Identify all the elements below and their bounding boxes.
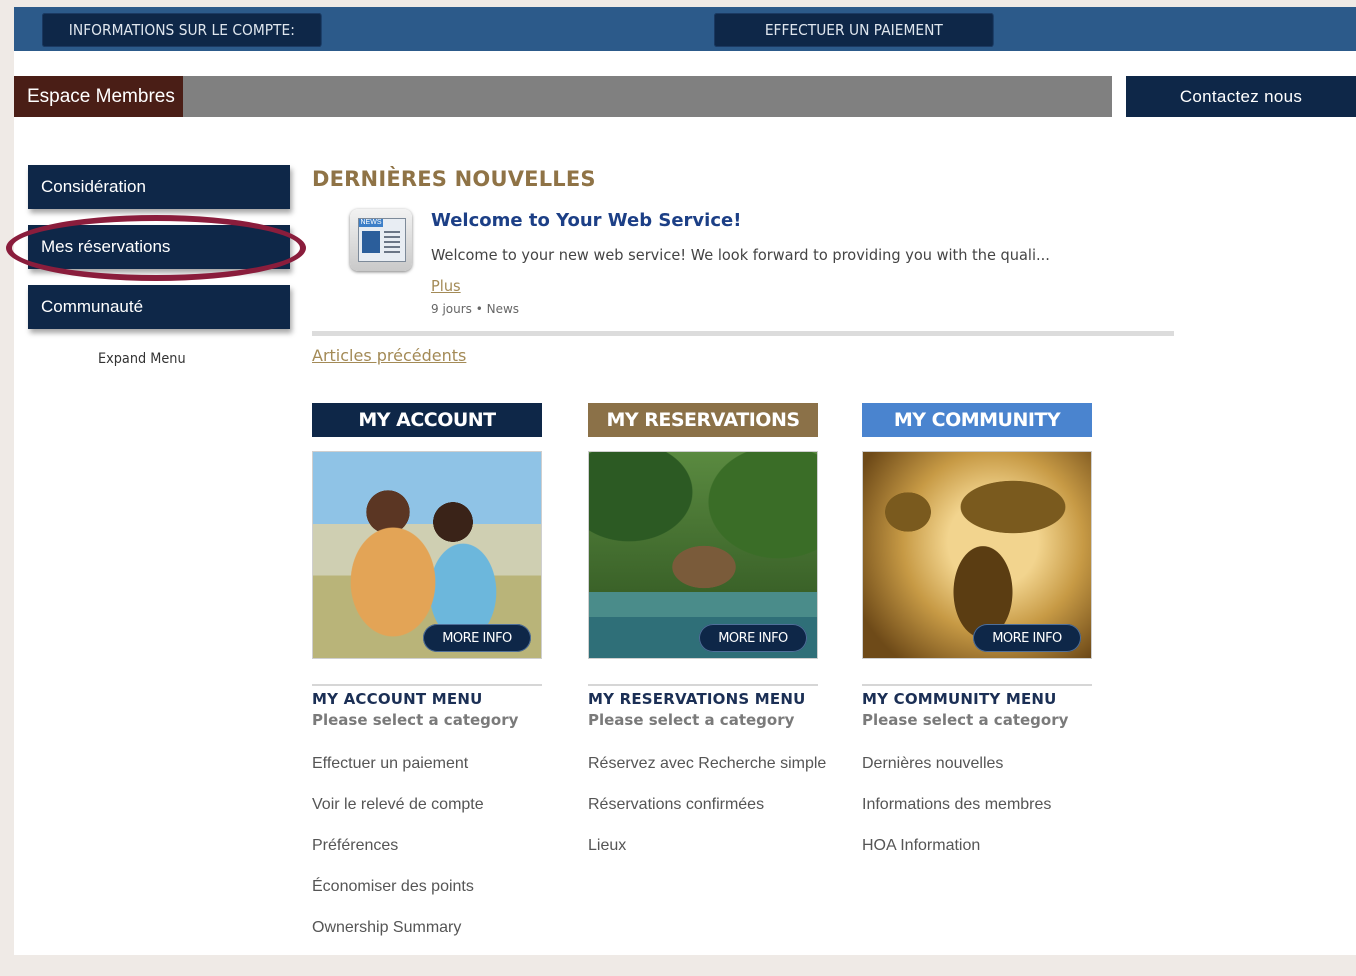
read-more-link[interactable]: Plus <box>431 277 461 295</box>
article-excerpt-text: Welcome to your new web service! We look… <box>431 246 1050 264</box>
more-info-button[interactable]: MORE INFO <box>423 624 531 652</box>
article-headline-link[interactable]: Welcome to Your Web Service! <box>431 210 741 231</box>
card-my-reservations: MY RESERVATIONS MORE INFO MY RESERVATION… <box>588 403 826 894</box>
contact-us-button[interactable]: Contactez nous <box>1126 76 1356 117</box>
card-divider <box>588 684 818 686</box>
previous-articles-link[interactable]: Articles précédents <box>312 346 466 365</box>
sidebar-item-reservations[interactable]: Mes réservations <box>28 225 290 269</box>
menu-title: MY COMMUNITY MENU <box>862 690 1057 708</box>
news-icon-tag: NEWS <box>359 219 383 227</box>
menu-link-statement[interactable]: Voir le relevé de compte <box>312 796 542 837</box>
make-payment-button[interactable]: EFFECTUER UN PAIEMENT <box>714 13 994 47</box>
menu-link-save-points[interactable]: Économiser des points <box>312 878 542 919</box>
menu-title: MY ACCOUNT MENU <box>312 690 483 708</box>
card-divider <box>312 684 542 686</box>
card-divider <box>862 684 1092 686</box>
menu-link-make-payment[interactable]: Effectuer un paiement <box>312 755 542 796</box>
menu-list: Réservez avec Recherche simple Réservati… <box>588 755 826 878</box>
news-divider <box>312 331 1174 336</box>
card-my-account: MY ACCOUNT MORE INFO MY ACCOUNT MENU Ple… <box>312 403 542 976</box>
menu-subtitle: Please select a category <box>312 711 519 729</box>
member-area-label: Espace Membres <box>14 76 183 117</box>
menu-subtitle: Please select a category <box>588 711 795 729</box>
sidebar-item-consideration[interactable]: Considération <box>28 165 290 209</box>
more-info-button[interactable]: MORE INFO <box>973 624 1081 652</box>
card-title[interactable]: MY RESERVATIONS <box>588 403 818 437</box>
expand-menu-link[interactable]: Expand Menu <box>98 351 186 367</box>
card-title[interactable]: MY COMMUNITY <box>862 403 1092 437</box>
menu-link-ownership-summary[interactable]: Ownership Summary <box>312 919 542 960</box>
more-info-button[interactable]: MORE INFO <box>699 624 807 652</box>
card-title[interactable]: MY ACCOUNT <box>312 403 542 437</box>
globe-photo[interactable]: MORE INFO <box>862 451 1092 659</box>
menu-link-member-info[interactable]: Informations des membres <box>862 796 1092 837</box>
menu-list: Dernières nouvelles Informations des mem… <box>862 755 1092 878</box>
sidebar-item-community[interactable]: Communauté <box>28 285 290 329</box>
top-nav-bar: INFORMATIONS SUR LE COMPTE: EFFECTUER UN… <box>14 7 1356 51</box>
card-my-community: MY COMMUNITY MORE INFO MY COMMUNITY MENU… <box>862 403 1092 894</box>
menu-link-confirmed-reservations[interactable]: Réservations confirmées <box>588 796 818 837</box>
menu-list: Effectuer un paiement Voir le relevé de … <box>312 755 542 960</box>
newspaper-icon: NEWS <box>350 209 412 271</box>
article-excerpt: Welcome to your new web service! We look… <box>431 240 1062 302</box>
article-meta: 9 jours • News <box>431 302 520 316</box>
menu-link-simple-search[interactable]: Réservez avec Recherche simple <box>588 755 826 796</box>
menu-link-locations[interactable]: Lieux <box>588 837 818 878</box>
page: INFORMATIONS SUR LE COMPTE: EFFECTUER UN… <box>6 7 1356 955</box>
menu-link-latest-news[interactable]: Dernières nouvelles <box>862 755 1092 796</box>
resort-photo[interactable]: MORE INFO <box>588 451 818 659</box>
member-bar: Espace Membres <box>14 76 1112 117</box>
menu-subtitle: Please select a category <box>862 711 1069 729</box>
menu-link-preferences[interactable]: Préférences <box>312 837 542 878</box>
menu-link-hoa-info[interactable]: HOA Information <box>862 837 1092 878</box>
menu-title: MY RESERVATIONS MENU <box>588 690 806 708</box>
account-info-button[interactable]: INFORMATIONS SUR LE COMPTE: <box>42 13 322 47</box>
couple-photo[interactable]: MORE INFO <box>312 451 542 659</box>
news-section-title: DERNIÈRES NOUVELLES <box>312 167 596 191</box>
